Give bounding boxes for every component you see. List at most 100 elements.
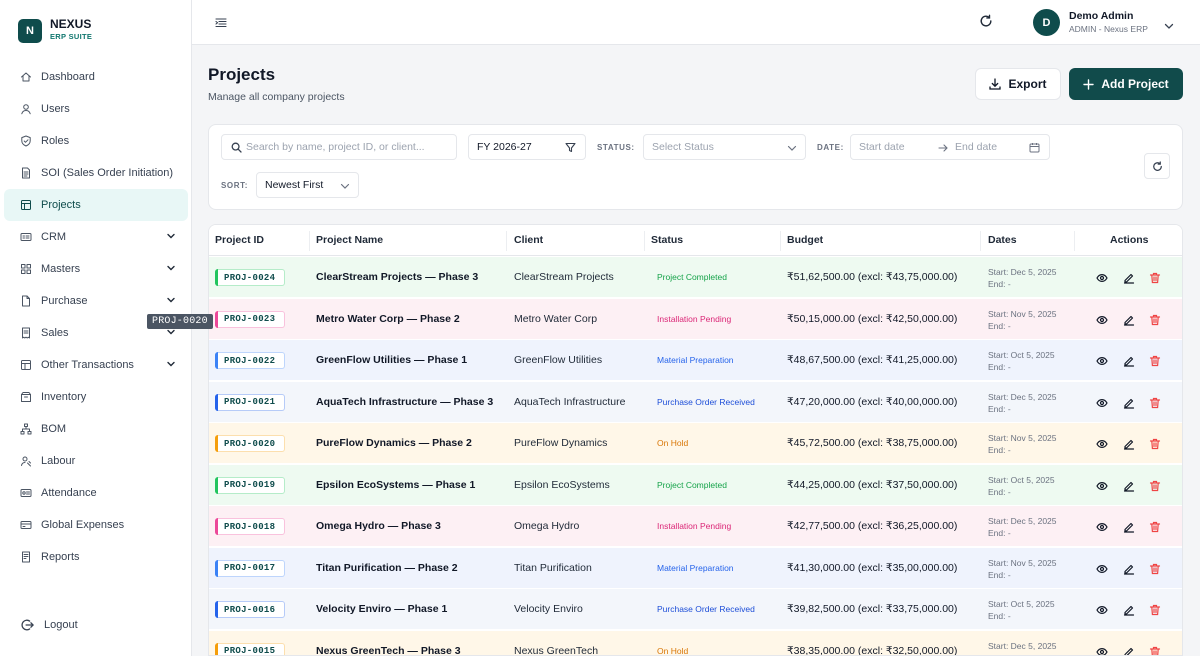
edit-icon[interactable]: [1123, 313, 1135, 326]
project-name: GreenFlow Utilities — Phase 1: [316, 354, 468, 366]
edit-icon[interactable]: [1123, 520, 1135, 533]
edit-icon[interactable]: [1123, 396, 1135, 409]
delete-icon[interactable]: [1149, 271, 1161, 284]
sidebar-item-reports[interactable]: Reports: [4, 541, 188, 573]
start-date: Start: Dec 5, 2025: [988, 391, 1057, 402]
table-row[interactable]: PROJ-0022 GreenFlow Utilities — Phase 1 Gr…: [209, 340, 1182, 381]
sidebar-item-dashboard[interactable]: Dashboard: [4, 61, 188, 93]
sidebar-item-soi-sales-order-initiation[interactable]: SOI (Sales Order Initiation): [4, 157, 188, 189]
sidebar-item-attendance[interactable]: Attendance: [4, 477, 188, 509]
header-status: Status: [651, 234, 684, 246]
start-date-input[interactable]: Start date: [859, 141, 905, 153]
date-range: Start: Nov 5, 2025 End: -: [988, 557, 1057, 581]
view-icon[interactable]: [1096, 479, 1108, 491]
menu-toggle-icon[interactable]: [215, 16, 227, 28]
edit-icon[interactable]: [1123, 645, 1135, 655]
view-icon[interactable]: [1096, 396, 1108, 408]
brand-logo: N: [18, 18, 42, 43]
start-date: Start: Dec 5, 2025: [988, 640, 1057, 651]
export-button[interactable]: Export: [975, 68, 1061, 100]
view-icon[interactable]: [1096, 520, 1108, 532]
edit-icon[interactable]: [1123, 479, 1135, 492]
end-date-input[interactable]: End date: [955, 141, 997, 153]
fiscal-year-filter[interactable]: FY 2026-27: [468, 134, 586, 160]
delete-icon[interactable]: [1149, 479, 1161, 491]
wallet-icon: [20, 519, 32, 531]
table-row[interactable]: PROJ-0023 Metro Water Corp — Phase 2 Metro…: [209, 298, 1182, 340]
sidebar-item-other-transactions[interactable]: Other Transactions: [4, 349, 188, 381]
chevron-down-icon[interactable]: [1164, 18, 1174, 29]
table-row[interactable]: PROJ-0015 Nexus GreenTech — Phase 3 Nexus …: [209, 630, 1182, 656]
project-id-badge[interactable]: PROJ-0022: [215, 352, 286, 369]
start-date: Start: Oct 5, 2025: [988, 599, 1055, 609]
logout-button[interactable]: Logout: [20, 618, 78, 632]
sidebar-item-bom[interactable]: BOM: [4, 413, 188, 445]
table-row[interactable]: PROJ-0018 Omega Hydro — Phase 3 Omega Hydr…: [209, 506, 1182, 547]
delete-icon[interactable]: [1149, 645, 1161, 655]
budget-value: ₹50,15,000.00 (excl: ₹42,50,000.00): [787, 312, 958, 325]
delete-icon[interactable]: [1149, 437, 1161, 450]
table-row[interactable]: PROJ-0016 Velocity Enviro — Phase 1 Veloci…: [209, 589, 1182, 630]
project-name: Omega Hydro — Phase 3: [316, 520, 441, 532]
project-id-badge[interactable]: PROJ-0019: [215, 476, 286, 494]
project-id-badge[interactable]: PROJ-0023: [215, 310, 286, 328]
view-icon[interactable]: [1096, 437, 1108, 449]
view-icon[interactable]: [1096, 354, 1108, 366]
edit-icon[interactable]: [1123, 562, 1135, 575]
delete-icon[interactable]: [1149, 520, 1161, 533]
sort-select[interactable]: Newest First: [256, 172, 359, 198]
sidebar-item-users[interactable]: Users: [4, 93, 188, 125]
project-id-badge[interactable]: PROJ-0016: [215, 601, 286, 618]
project-id-badge[interactable]: PROJ-0017: [215, 559, 286, 577]
arrow-right-icon: [938, 143, 948, 153]
view-icon[interactable]: [1096, 271, 1108, 283]
refresh-icon[interactable]: [979, 14, 993, 28]
status-select[interactable]: Select Status: [643, 134, 806, 160]
date-range-picker[interactable]: Start date End date: [850, 134, 1050, 160]
sidebar-item-global-expenses[interactable]: Global Expenses: [4, 509, 188, 541]
search-input[interactable]: Search by name, project ID, or client...: [221, 134, 457, 160]
grid-icon: [20, 199, 32, 211]
column-divider: [506, 231, 507, 251]
sidebar-item-crm[interactable]: CRM: [4, 221, 188, 253]
table-row[interactable]: PROJ-0024 ClearStream Projects — Phase 3 C…: [209, 257, 1182, 298]
edit-icon[interactable]: [1123, 437, 1135, 450]
table-row[interactable]: PROJ-0019 Epsilon EcoSystems — Phase 1 Eps…: [209, 464, 1182, 506]
table-row[interactable]: PROJ-0020 PureFlow Dynamics — Phase 2 Pure…: [209, 423, 1182, 464]
delete-icon[interactable]: [1149, 562, 1161, 574]
project-id-badge[interactable]: PROJ-0015: [215, 642, 286, 655]
edit-icon[interactable]: [1123, 271, 1135, 284]
sidebar-item-labour[interactable]: Labour: [4, 445, 188, 477]
table-row[interactable]: PROJ-0017 Titan Purification — Phase 2 Tit…: [209, 547, 1182, 589]
project-id-badge[interactable]: PROJ-0024: [215, 269, 286, 286]
delete-icon[interactable]: [1149, 313, 1161, 325]
project-id-badge[interactable]: PROJ-0021: [215, 393, 286, 411]
delete-icon[interactable]: [1149, 354, 1161, 367]
edit-icon[interactable]: [1123, 603, 1135, 616]
sidebar-item-roles[interactable]: Roles: [4, 125, 188, 157]
brand[interactable]: N NEXUS ERP SUITE: [18, 18, 92, 43]
project-id-badge[interactable]: PROJ-0018: [215, 518, 286, 535]
project-name: Titan Purification — Phase 2: [316, 561, 458, 574]
delete-icon[interactable]: [1149, 396, 1161, 408]
project-name: Nexus GreenTech — Phase 3: [316, 644, 461, 656]
client-name: Nexus GreenTech: [514, 644, 599, 656]
view-icon[interactable]: [1096, 603, 1108, 615]
view-icon[interactable]: [1096, 645, 1108, 655]
status-badge: Project Completed: [657, 479, 727, 490]
add-project-button[interactable]: Add Project: [1069, 68, 1183, 100]
sidebar-item-projects[interactable]: Projects: [4, 189, 188, 221]
user-menu[interactable]: D Demo Admin ADMIN - Nexus ERP: [1033, 9, 1148, 36]
sidebar-item-inventory[interactable]: Inventory: [4, 381, 188, 413]
table-row[interactable]: PROJ-0021 AquaTech Infrastructure — Phase…: [209, 381, 1182, 423]
sidebar-item-masters[interactable]: Masters: [4, 253, 188, 285]
project-id-badge[interactable]: PROJ-0020: [215, 435, 286, 452]
view-icon[interactable]: [1096, 562, 1108, 574]
view-icon[interactable]: [1096, 313, 1108, 325]
reset-filters-button[interactable]: [1144, 153, 1170, 179]
logout-label: Logout: [44, 619, 78, 631]
sidebar-item-purchase[interactable]: Purchase: [4, 285, 188, 317]
chevron-down-icon: [166, 295, 176, 305]
edit-icon[interactable]: [1123, 354, 1135, 367]
delete-icon[interactable]: [1149, 603, 1161, 616]
